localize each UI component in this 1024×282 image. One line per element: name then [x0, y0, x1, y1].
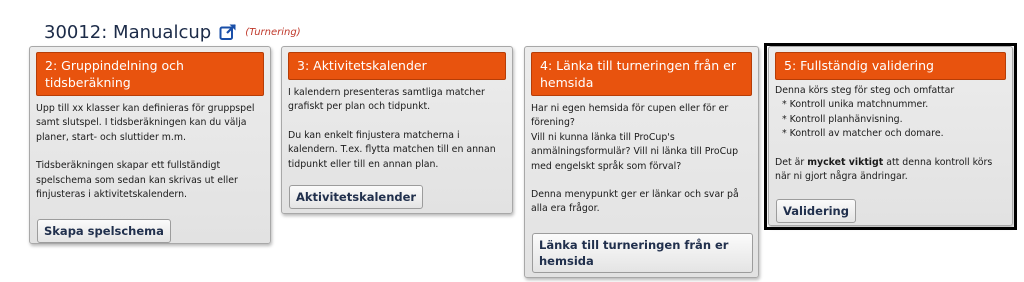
card-text: Vill ni kunna länka till ProCup's anmäln…: [531, 131, 739, 172]
link-to-tournament-button[interactable]: Länka till turneringen från er hemsida: [532, 233, 753, 273]
card-header: 3: Aktivitetskalender: [288, 52, 506, 80]
page-subtitle: (Turnering): [245, 26, 301, 38]
external-link-icon[interactable]: [219, 23, 237, 41]
page-title: 30012: Manualcup: [44, 21, 212, 43]
card-text: Har ni egen hemsida för cupen eller för …: [531, 103, 729, 129]
card-text: Tidsberäkningen skapar ett fullständigt …: [36, 160, 238, 201]
card-link-website: 4: Länka till turneringen från er hemsid…: [524, 46, 759, 278]
card-body: Upp till xx klasser kan definieras för g…: [36, 102, 264, 202]
card-body: I kalendern presenteras samtliga matcher…: [288, 86, 506, 172]
card-text: I kalendern presenteras samtliga matcher…: [288, 87, 485, 113]
card-activity-calendar: 3: Aktivitetskalender I kalendern presen…: [281, 46, 513, 214]
card-header: 2: Gruppindelning och tidsberäkning: [36, 52, 264, 96]
card-text: Denna menypunkt ger er länkar och svar p…: [531, 189, 739, 215]
page-header: 30012: Manualcup (Turnering): [44, 20, 301, 44]
activity-calendar-button[interactable]: Aktivitetskalender: [289, 185, 424, 209]
card-header: 4: Länka till turneringen från er hemsid…: [531, 52, 752, 96]
selected-card-frame: [764, 43, 1017, 230]
card-text: Du kan enkelt finjustera matcherna i kal…: [288, 129, 496, 170]
create-schedule-button[interactable]: Skapa spelschema: [37, 219, 171, 243]
card-text: Upp till xx klasser kan definieras för g…: [36, 103, 255, 143]
card-body: Har ni egen hemsida för cupen eller för …: [531, 102, 752, 217]
card-group-division: 2: Gruppindelning och tidsberäkning Upp …: [29, 46, 271, 244]
